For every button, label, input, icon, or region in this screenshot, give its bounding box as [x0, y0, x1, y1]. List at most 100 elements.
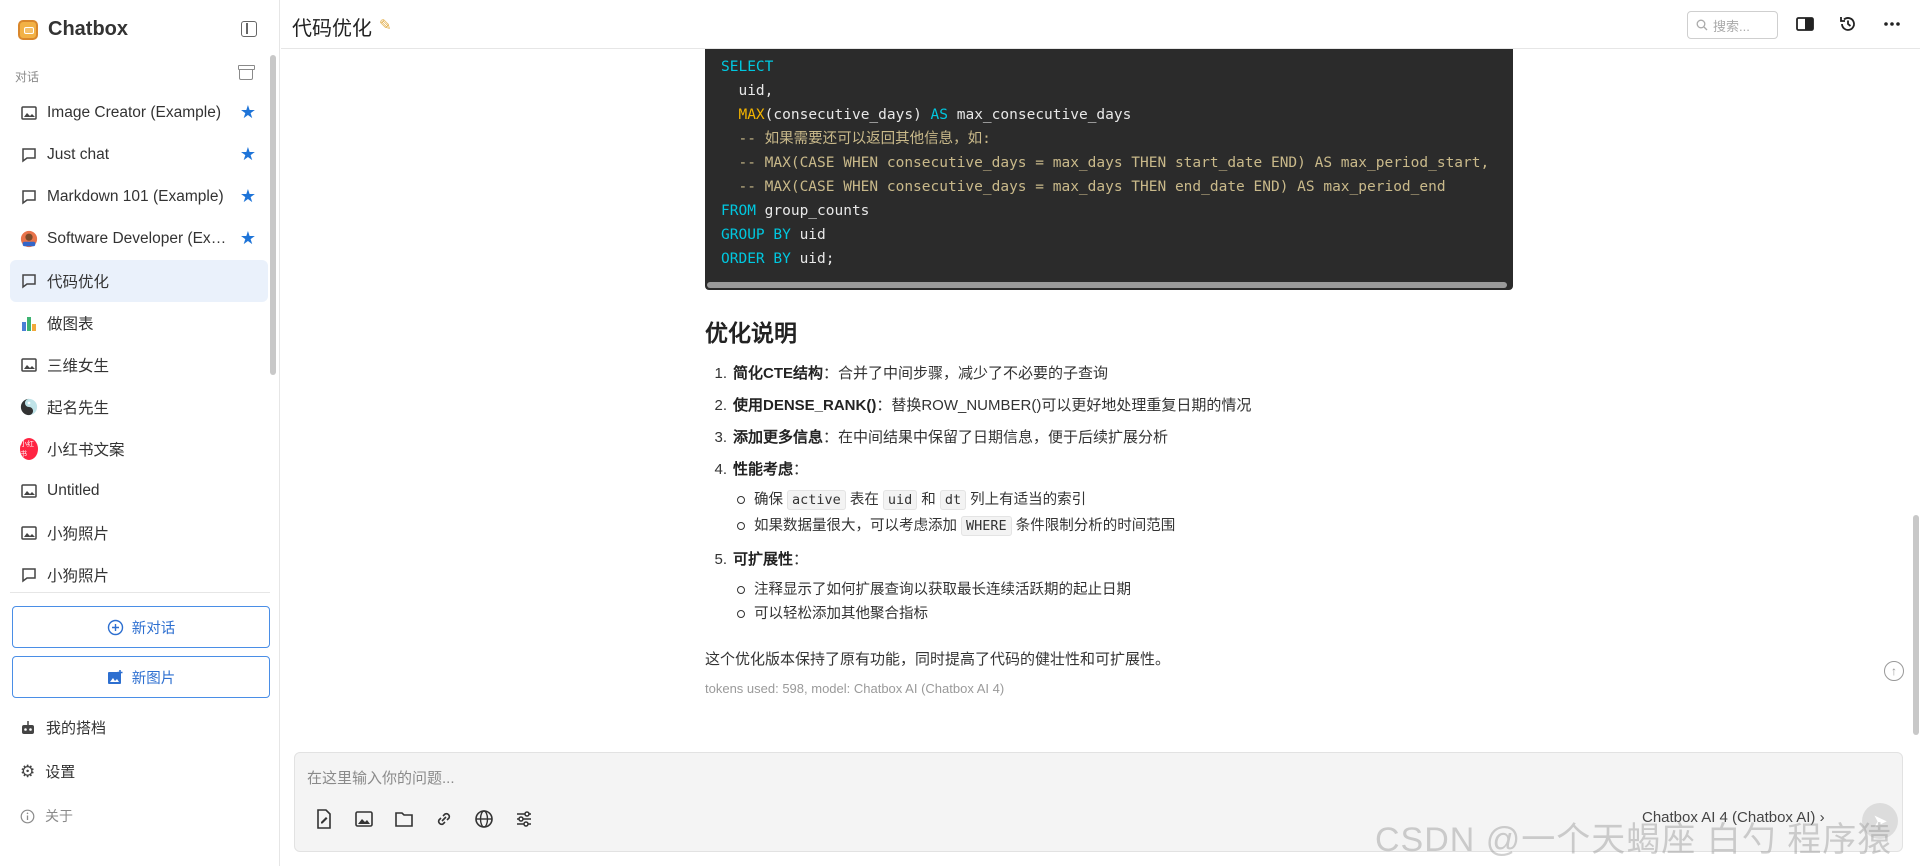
- conversation-title: Untitled: [47, 482, 100, 499]
- conversation-title: Markdown 101 (Example): [47, 188, 224, 205]
- search-icon: [1696, 19, 1708, 31]
- settings-label: 设置: [45, 764, 76, 781]
- conversation-item[interactable]: Markdown 101 (Example) ★: [10, 176, 268, 218]
- new-image-label: 新图片: [131, 670, 176, 687]
- search-input[interactable]: 搜索...: [1687, 11, 1778, 39]
- code-token: GROUP BY: [721, 227, 791, 243]
- code-block: SELECT uid, MAX(consecutive_days) AS max…: [705, 49, 1513, 290]
- search-placeholder: 搜索...: [1713, 18, 1750, 34]
- sub-list-item: 确保 active 表在 uid 和 dt 列上有适当的索引: [737, 488, 1086, 510]
- conversation-item[interactable]: Software Developer (Example) ★: [10, 218, 268, 260]
- settings-sliders-icon[interactable]: [513, 808, 535, 830]
- code-line: FROM group_counts: [721, 199, 1513, 223]
- edit-title-icon[interactable]: ✎: [379, 16, 392, 34]
- gear-icon: ⚙: [20, 761, 36, 781]
- star-icon[interactable]: ★: [240, 229, 256, 247]
- avatar-developer-icon: [20, 230, 38, 248]
- code-token: -- 如果需要还可以返回其他信息，如:: [721, 131, 991, 147]
- collapse-sidebar-icon[interactable]: [241, 21, 257, 37]
- header: 代码优化 ✎ 搜索...: [281, 0, 1920, 49]
- code-line: -- MAX(CASE WHEN consecutive_days = max_…: [721, 175, 1513, 199]
- page-title: 代码优化: [292, 18, 372, 40]
- new-image-button[interactable]: 新图片: [12, 656, 270, 698]
- scroll-up-icon[interactable]: ↑: [1884, 661, 1904, 681]
- robot-icon: [22, 720, 34, 734]
- code-token: uid,: [721, 83, 774, 99]
- list-item: 1. 简化CTE结构：合并了中间步骤，减少了不必要的子查询: [714, 365, 1109, 382]
- conversation-item[interactable]: Image Creator (Example) ★: [10, 92, 268, 134]
- code-token: SELECT: [721, 59, 774, 75]
- image-icon[interactable]: [353, 808, 375, 830]
- list-item: 3. 添加更多信息：在中间结果中保留了日期信息，便于后续扩展分析: [714, 429, 1169, 446]
- split-view-icon[interactable]: [1795, 14, 1815, 34]
- star-icon[interactable]: ★: [240, 145, 256, 163]
- chatbox-logo-icon: [18, 19, 38, 40]
- divider: [10, 592, 270, 593]
- history-icon[interactable]: [1838, 14, 1858, 34]
- avatar-naming-icon: [20, 398, 38, 416]
- code-line: ORDER BY uid;: [721, 247, 1513, 271]
- new-chat-label: 新对话: [131, 620, 176, 637]
- conversation-item[interactable]: Untitled: [10, 470, 268, 512]
- star-icon[interactable]: ★: [240, 103, 256, 121]
- message-input[interactable]: 在这里输入你的问题...: [307, 767, 455, 788]
- new-chat-button[interactable]: 新对话: [12, 606, 270, 648]
- conversation-title: 做图表: [47, 316, 94, 333]
- brand: Chatbox: [18, 18, 128, 41]
- code-token: (consecutive_days): [764, 107, 931, 123]
- conversation-item[interactable]: 代码优化: [10, 260, 268, 302]
- archive-icon[interactable]: [238, 65, 255, 80]
- link-icon[interactable]: [433, 808, 455, 830]
- code-token: ORDER BY: [721, 251, 791, 267]
- conversation-list: Image Creator (Example) ★ Just chat ★ Markdo…: [10, 92, 268, 596]
- settings-link[interactable]: ⚙ 设置: [20, 761, 75, 782]
- attach-file-icon[interactable]: [313, 808, 335, 830]
- list-item: 4. 性能考虑：: [714, 461, 809, 478]
- conversation-item[interactable]: Just chat ★: [10, 134, 268, 176]
- conversation-item[interactable]: 小狗照片: [10, 512, 268, 554]
- main-panel: 代码优化 ✎ 搜索... SELECT uid, MAX(consecutive…: [281, 0, 1920, 866]
- code-line: -- MAX(CASE WHEN consecutive_days = max_…: [721, 151, 1513, 175]
- conversation-title: Image Creator (Example): [47, 104, 222, 121]
- star-icon[interactable]: ★: [240, 187, 256, 205]
- code-token: -- MAX(CASE WHEN consecutive_days = max_…: [721, 155, 1490, 171]
- conversation-item[interactable]: 起名先生: [10, 386, 268, 428]
- conversation-title: 代码优化: [47, 274, 110, 291]
- list-item: 5. 可扩展性：: [714, 551, 809, 568]
- conversation-item[interactable]: 小红书 小红书文案: [10, 428, 268, 470]
- conversation-title: Software Developer (Example): [47, 230, 227, 247]
- chat-icon: [20, 566, 38, 584]
- globe-icon[interactable]: [473, 808, 495, 830]
- main-scrollbar[interactable]: [1913, 515, 1919, 735]
- code-lines: SELECT uid, MAX(consecutive_days) AS max…: [721, 55, 1513, 271]
- code-line: MAX(consecutive_days) AS max_consecutive…: [721, 103, 1513, 127]
- bar-chart-icon: [20, 314, 38, 332]
- code-token: FROM: [721, 203, 756, 219]
- sidebar-scrollbar[interactable]: [270, 55, 276, 375]
- plus-circle-icon: [107, 619, 123, 635]
- app-name: Chatbox: [48, 18, 128, 40]
- my-copilots-link[interactable]: 我的搭档: [20, 717, 106, 738]
- image-icon: [20, 356, 38, 374]
- image-icon: [20, 524, 38, 542]
- info-icon: [20, 809, 35, 823]
- more-icon[interactable]: [1882, 14, 1902, 34]
- token-usage: tokens used: 598, model: Chatbox AI (Cha…: [705, 681, 1005, 696]
- code-scrollbar[interactable]: [707, 282, 1507, 288]
- conversation-title: 小狗照片: [47, 568, 110, 585]
- conversation-item[interactable]: 做图表: [10, 302, 268, 344]
- code-line: -- 如果需要还可以返回其他信息，如:: [721, 127, 1513, 151]
- conversation-title: 小红书文案: [47, 442, 125, 459]
- conversation-item[interactable]: 小狗照片: [10, 554, 268, 596]
- conversation-item[interactable]: 三维女生: [10, 344, 268, 386]
- code-token: max_consecutive_days: [948, 107, 1132, 123]
- code-token: uid;: [790, 251, 835, 267]
- summary-text: 这个优化版本保持了原有功能，同时提高了代码的健壮性和可扩展性。: [705, 651, 1171, 668]
- code-token: MAX: [738, 107, 765, 123]
- about-link[interactable]: 关于: [20, 806, 73, 826]
- folder-icon[interactable]: [393, 808, 415, 830]
- chat-icon: [20, 188, 38, 206]
- chat-icon: [20, 272, 38, 290]
- code-line: uid,: [721, 79, 1513, 103]
